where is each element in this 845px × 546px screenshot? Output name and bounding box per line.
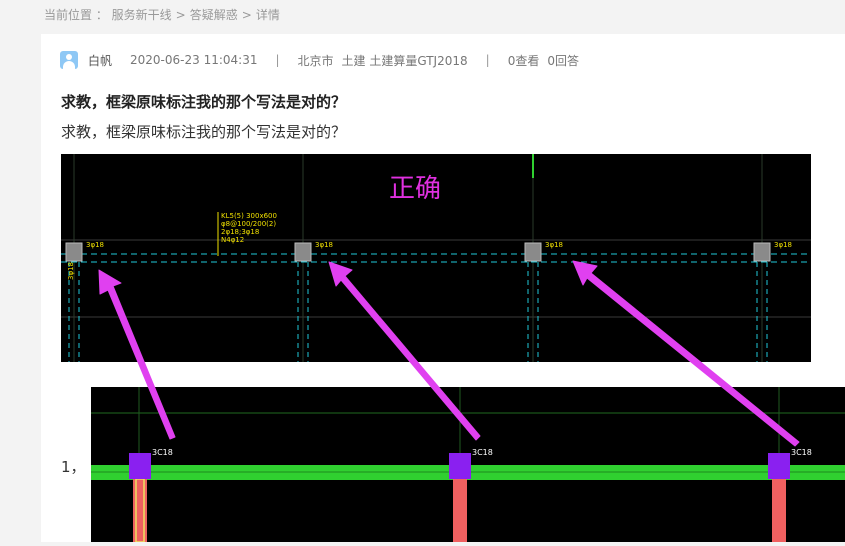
- arrow-annotation: [98, 269, 176, 440]
- annotation-arrows: [98, 260, 800, 447]
- arrow-annotation: [328, 261, 481, 441]
- arrow-annotation: [572, 260, 800, 447]
